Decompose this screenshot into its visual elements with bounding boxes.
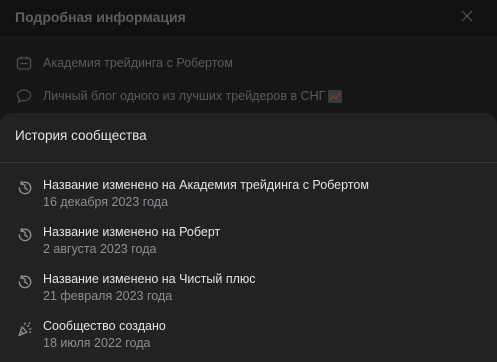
details-row-name: Академия трейдинга с Робертом [16, 54, 233, 72]
party-popper-icon [18, 322, 32, 337]
history-item-date: 18 июля 2022 года [43, 336, 151, 350]
history-item-title: Название изменено на Роберт [43, 225, 221, 239]
history-item-title: Название изменено на Чистый плюс [43, 272, 256, 286]
history-item: Название изменено на Чистый плюс 21 февр… [0, 271, 497, 311]
chat-bubble-icon [16, 89, 32, 104]
chart-increasing-emoji-icon [328, 89, 343, 103]
history-icon [18, 227, 32, 242]
calendar-icon [16, 56, 32, 70]
history-item: Название изменено на Академия трейдинга … [0, 177, 497, 217]
history-item: Название изменено на Роберт 2 августа 20… [0, 224, 497, 264]
close-icon[interactable] [461, 10, 473, 22]
details-dialog-title: Подробная информация [15, 9, 186, 25]
details-dialog-header: Подробная информация [0, 0, 497, 36]
community-history-title: История сообщества [15, 128, 147, 143]
history-item-date: 16 декабря 2023 года [43, 195, 169, 209]
history-item-title: Название изменено на Академия трейдинга … [43, 178, 369, 192]
history-item-title: Сообщество создано [43, 319, 166, 333]
history-item-date: 2 августа 2023 года [43, 242, 157, 256]
history-item-date: 21 февраля 2023 года [43, 289, 173, 303]
history-icon [18, 274, 32, 289]
history-item: Сообщество создано 18 июля 2022 года [0, 318, 497, 358]
community-history-sheet: История сообщества Название изменено на … [0, 113, 497, 362]
details-row-description-text: Личный блог одного из лучших трейдеров в… [43, 89, 326, 103]
history-icon [18, 180, 32, 195]
screen: Подробная информация Академия трейдинга … [0, 0, 497, 362]
details-row-description: Личный блог одного из лучших трейдеров в… [16, 87, 343, 105]
details-row-name-text: Академия трейдинга с Робертом [43, 56, 233, 70]
divider [0, 162, 497, 163]
